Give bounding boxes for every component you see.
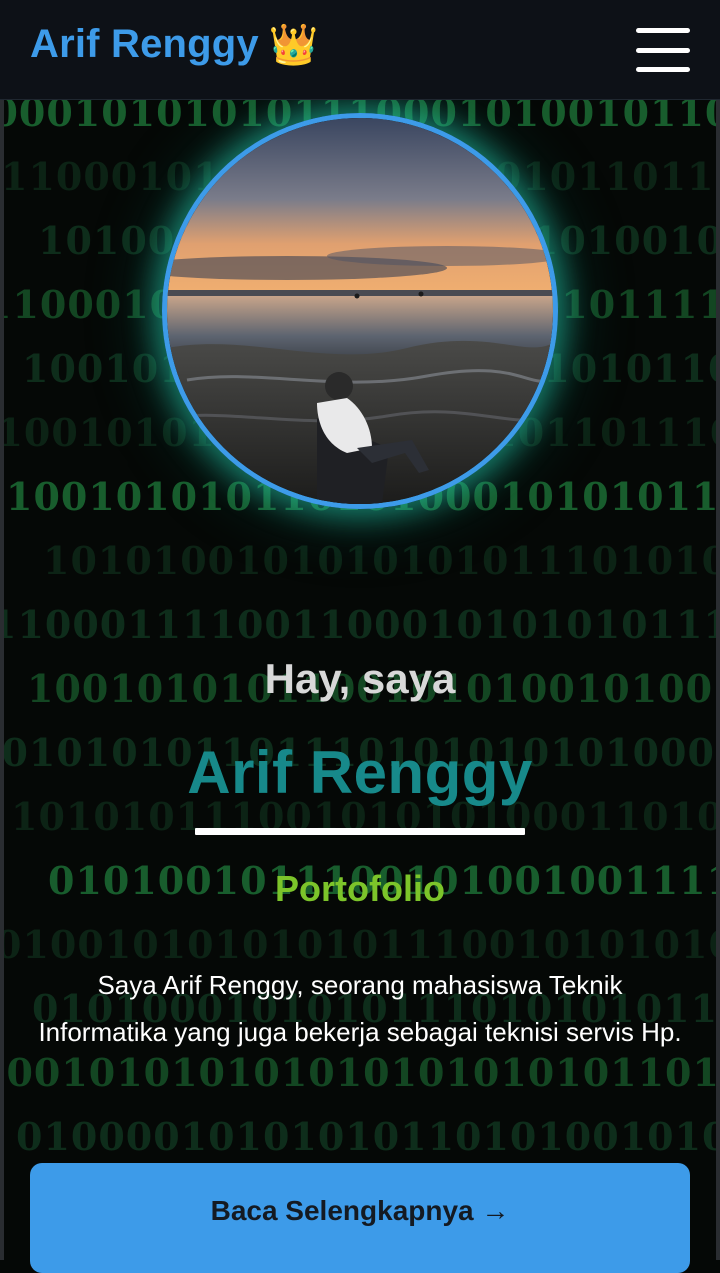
greeting-text: Hay, saya xyxy=(264,655,456,702)
hamburger-line xyxy=(636,67,690,72)
name-underline xyxy=(195,828,525,835)
navbar: Arif Renggy 👑 xyxy=(0,0,720,100)
crown-icon: 👑 xyxy=(268,22,319,67)
hero-name: Arif Renggy xyxy=(187,739,533,806)
brand-name: Arif Renggy xyxy=(30,22,259,66)
profile-photo xyxy=(167,118,553,504)
bio-paragraph: Saya Arif Renggy, seorang mahasiswa Tekn… xyxy=(38,970,682,1047)
hamburger-menu-icon[interactable] xyxy=(636,28,690,72)
screen-edge-left xyxy=(0,0,4,1260)
hero-section: Hay, saya Arif Renggy Portofolio Saya Ar… xyxy=(0,0,720,1273)
read-more-button[interactable]: Baca Selengkapnya → xyxy=(30,1163,690,1273)
screen-edge-right xyxy=(716,0,720,1260)
hamburger-line xyxy=(636,47,690,53)
profile-avatar xyxy=(162,113,558,509)
hamburger-line xyxy=(636,28,690,33)
read-more-label: Baca Selengkapnya → xyxy=(210,1195,510,1226)
brand-logo-link[interactable]: Arif Renggy 👑 xyxy=(30,22,319,67)
role-label: Portofolio xyxy=(275,868,445,909)
